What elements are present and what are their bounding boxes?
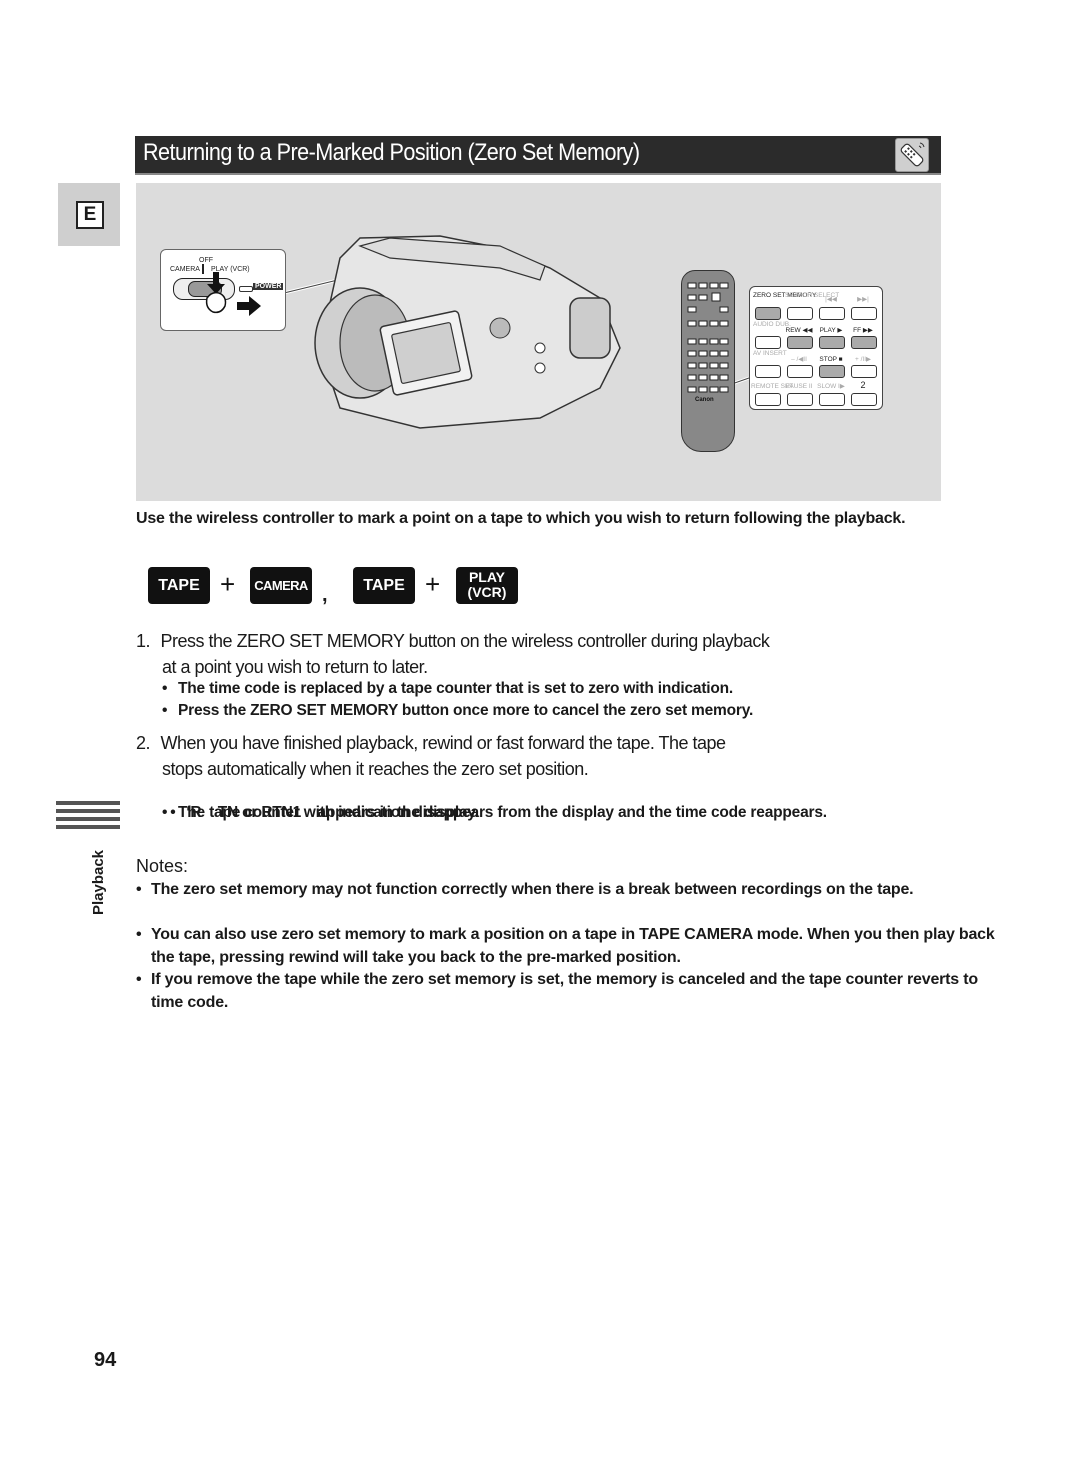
- av-insert-button[interactable]: [755, 365, 781, 378]
- section-label-text: Playback: [90, 849, 108, 916]
- remote-label-ff: FF ▶▶: [853, 327, 873, 334]
- remote-buttons-grid: [687, 282, 729, 393]
- stop-button[interactable]: [819, 365, 845, 378]
- mode-key-vcr-label: (VCR): [467, 584, 507, 600]
- remote-label-rew: REW ◀◀: [785, 327, 813, 334]
- remote-label-remote-set: REMOTE SET: [751, 383, 794, 390]
- page-number: 94: [94, 1349, 117, 1371]
- frame-back-button[interactable]: [787, 365, 813, 378]
- remote-label-frame-forward: + /II▶: [854, 356, 872, 363]
- remote-label-skip-back: |◀◀: [825, 296, 837, 303]
- step-1-line-1: 1. Press the ZERO SET MEMORY button on t…: [136, 631, 770, 651]
- rew-button[interactable]: [787, 336, 813, 349]
- plus-sign: +: [220, 569, 236, 599]
- remote-label-av-insert: AV INSERT: [753, 350, 787, 357]
- step-2-line-2: stops automatically when it reaches the …: [162, 759, 589, 779]
- remote-set-button[interactable]: [755, 393, 781, 406]
- wireless-controller-icon: [895, 138, 929, 172]
- note-item: • If you remove the tape while the zero s…: [136, 971, 978, 1011]
- language-label: E: [76, 201, 104, 229]
- remote-label-skip-forward: ▶▶|: [857, 296, 869, 303]
- step-1-line-2: at a point you wish to return to later.: [162, 657, 428, 677]
- skip-forward-button[interactable]: [851, 307, 877, 320]
- step-2-bullet-2: • The tape counter with indication disapp…: [162, 804, 827, 821]
- skip-back-button[interactable]: [819, 307, 845, 320]
- zero-set-memory-button[interactable]: [755, 307, 781, 320]
- frame-forward-button[interactable]: [851, 365, 877, 378]
- note-item: • You can also use zero set memory to mar…: [136, 926, 995, 966]
- remote-brand: Canon: [695, 397, 714, 403]
- pause-button[interactable]: [787, 393, 813, 406]
- mode-key-play-label: PLAY: [468, 569, 506, 585]
- step-2-line-1: 2. When you have finished playback, rewi…: [136, 733, 726, 753]
- remote-label-play: PLAY ▶: [819, 327, 843, 334]
- play-button[interactable]: [819, 336, 845, 349]
- section-title-bar: Returning to a Pre-Marked Position (Zero…: [135, 136, 941, 175]
- step-1-bullet-1: • The time code is replaced by a tape cou…: [162, 680, 734, 697]
- note-item: • The zero set memory may not function co…: [136, 881, 914, 898]
- remote-label-2: 2: [860, 380, 866, 390]
- switch-camera-label: CAMERA: [170, 266, 200, 273]
- remote-label-pause: PAUSE II: [785, 383, 813, 390]
- mode-key-camera: CAMERA: [250, 567, 312, 604]
- page-title: Returning to a Pre-Marked Position (Zero…: [143, 139, 640, 166]
- illustration-panel: OFF CAMERA PLAY (VCR) POWER Canon ZERO S…: [136, 183, 941, 501]
- wireless-controller-drawing: Canon: [681, 270, 735, 452]
- notes-title: Notes:: [136, 856, 189, 876]
- power-switch-callout: OFF CAMERA PLAY (VCR) POWER: [160, 249, 286, 331]
- step-2-number: 2.: [136, 733, 151, 753]
- step-1-bullet-2: • Press the ZERO SET MEMORY button once m…: [162, 702, 754, 719]
- mode-key-tape-2: TAPE: [353, 567, 415, 604]
- step-1-number: 1.: [136, 631, 151, 651]
- separator-comma: ,: [322, 584, 328, 606]
- slow-button[interactable]: [819, 393, 845, 406]
- camcorder-illustration: [314, 235, 621, 429]
- mode-key-tape: TAPE: [148, 567, 210, 604]
- x2-button[interactable]: [851, 393, 877, 406]
- switch-off-label: OFF: [199, 257, 213, 264]
- remote-buttons-callout: ZERO SET MEMORY SEARCH SELECT |◀◀ ▶▶| AU…: [749, 286, 883, 410]
- search-select-button[interactable]: [787, 307, 813, 320]
- remote-label-search-select: SEARCH SELECT: [785, 292, 840, 299]
- audio-dub-button[interactable]: [755, 336, 781, 349]
- plus-sign-2: +: [425, 569, 441, 599]
- mode-key-play-vcr: PLAY (VCR): [456, 567, 518, 604]
- section-label: Playback: [82, 849, 122, 922]
- remote-label-frame-back: – /◀II: [791, 356, 807, 363]
- intro-text: Use the wireless controller to mark a po…: [136, 510, 906, 527]
- remote-label-stop: STOP ■: [819, 356, 843, 363]
- hand-pressing-icon: [205, 272, 261, 316]
- remote-label-audio-dub: AUDIO DUB.: [753, 321, 791, 328]
- ff-button[interactable]: [851, 336, 877, 349]
- language-tab: E: [58, 183, 120, 246]
- remote-label-slow: SLOW I▶: [817, 383, 845, 390]
- section-marker-lines: [56, 801, 120, 833]
- remote-label-zero-set-memory: ZERO SET MEMORY: [753, 292, 817, 299]
